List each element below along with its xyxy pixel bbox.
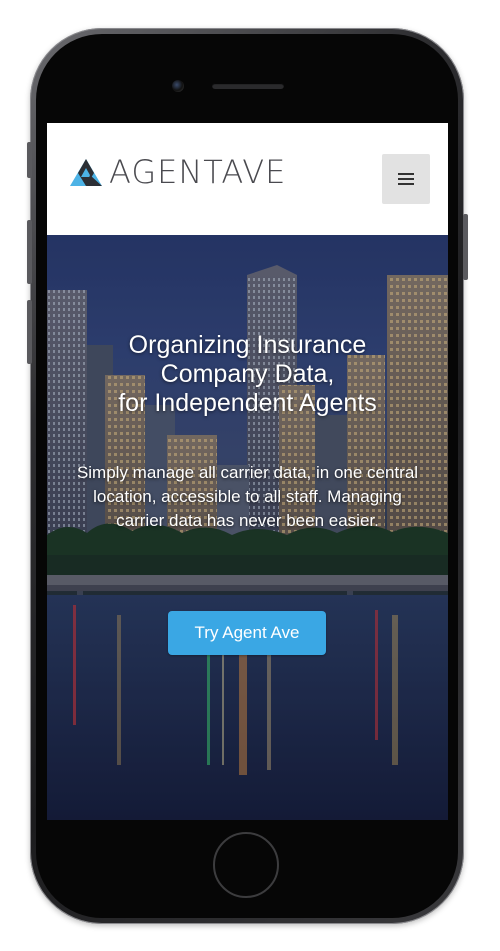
- phone-screen: AGENTAVE Organizing Insurance Company Da…: [47, 123, 448, 820]
- hero-section: Organizing Insurance Company Data, for I…: [47, 235, 448, 820]
- home-button: [213, 832, 279, 898]
- power-button: [463, 214, 468, 280]
- hero-title-line: Company Data,: [160, 360, 335, 388]
- hero-description: Simply manage all carrier data, in one c…: [76, 463, 419, 530]
- hamburger-menu-icon: [398, 173, 414, 185]
- earpiece-speaker: [212, 83, 284, 89]
- hero-title-line: for Independent Agents: [118, 389, 377, 417]
- brand-name: AGENTAVE: [109, 153, 287, 191]
- volume-down-button: [27, 300, 32, 364]
- try-agent-ave-button[interactable]: Try Agent Ave: [168, 611, 326, 655]
- hero-title-line: Organizing Insurance: [128, 331, 367, 359]
- triangle-a-logo-icon: [70, 159, 102, 186]
- hero-title: Organizing Insurance Company Data, for I…: [47, 331, 448, 418]
- mute-switch: [27, 142, 32, 178]
- menu-toggle-button[interactable]: [382, 154, 430, 204]
- front-camera: [172, 80, 184, 92]
- navbar: AGENTAVE: [47, 123, 448, 235]
- brand-logo[interactable]: AGENTAVE: [69, 156, 286, 188]
- volume-up-button: [27, 220, 32, 284]
